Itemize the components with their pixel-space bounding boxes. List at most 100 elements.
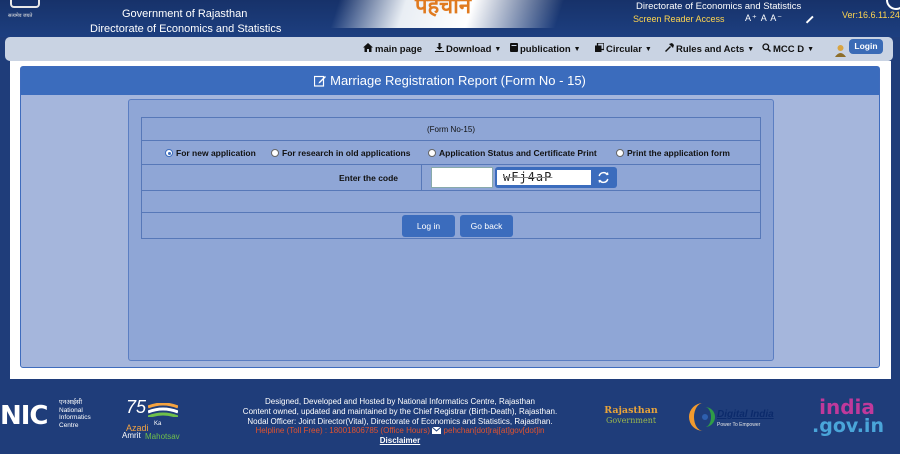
contrast-icon[interactable] (804, 13, 815, 24)
font-size-controls[interactable]: A⁺ A A⁻ (745, 13, 783, 24)
application-type-row: For new application For research in old … (141, 141, 761, 165)
panel-title-text: Marriage Registration Report (Form No - … (330, 73, 586, 88)
azadi-ka-amrit-mahotsav-logo: 75 Azadi Ka Amrit Mahotsav (120, 397, 198, 441)
radio-print-form[interactable]: Print the application form (616, 148, 730, 158)
nav-download-label: Download (446, 44, 492, 55)
flag-wave-icon (148, 403, 178, 417)
radio-icon[interactable] (271, 149, 279, 157)
nav-mcc[interactable]: MCC D ▼ (762, 43, 814, 55)
book-icon (510, 43, 518, 52)
nav-publication-label: publication (520, 44, 571, 55)
disclaimer-link[interactable]: Disclaimer (210, 436, 590, 446)
go-back-button[interactable]: Go back (460, 215, 513, 237)
nic-logo-mark: NIC (0, 401, 49, 431)
nav-circular[interactable]: Circular ▼ (595, 43, 652, 55)
helpline-text: Helpline (Toll Free) : 18001806785 (Offi… (255, 426, 431, 436)
form-table: (Form No-15) For new application For res… (141, 117, 761, 239)
nav-main-page-label: main page (375, 44, 422, 55)
government-title: Government of Rajasthan (122, 8, 248, 20)
actions-row: Log in Go back (141, 213, 761, 239)
chevron-down-icon: ▼ (747, 46, 755, 53)
log-in-button[interactable]: Log in (402, 215, 455, 237)
version-label: Ver:16.6.11.24 (842, 10, 900, 20)
email-text[interactable]: pehchan[dot]raj[at]gov[dot]in (444, 426, 545, 435)
main-content: Marriage Registration Report (Form No - … (10, 61, 891, 379)
nav-rules-acts[interactable]: Rules and Acts ▼ (665, 43, 754, 55)
radio-research-old-label: For research in old applications (282, 148, 411, 158)
emblem-caption: सत्यमेव जयते (8, 13, 33, 19)
nic-hindi: एनआईसी (59, 399, 83, 406)
rajasthan-text: Rajasthan (604, 405, 658, 416)
code-label: Enter the code (339, 173, 399, 183)
main-navbar: main page Download ▼ publication ▼ Circula… (5, 37, 893, 61)
nav-publication[interactable]: publication ▼ (510, 43, 581, 55)
captcha-box: wFj4aP (495, 167, 617, 188)
captcha-image: wFj4aP (497, 170, 591, 185)
row-divider (421, 165, 422, 190)
chevron-down-icon: ▼ (494, 46, 502, 53)
state-emblem: सत्यमेव जयते (4, 0, 48, 22)
nic-logo[interactable]: NIC एनआईसी National Informatics Centre (0, 399, 100, 431)
nic-logo-text: एनआईसी National Informatics Centre (59, 399, 109, 429)
azadi-mahotsav: Mahotsav (145, 432, 180, 441)
chevron-down-icon: ▼ (807, 46, 815, 53)
edit-icon (314, 75, 327, 87)
radio-icon[interactable] (616, 149, 624, 157)
department-title: Directorate of Economics and Statistics (90, 23, 282, 35)
captcha-row: Enter the code wFj4aP (141, 165, 761, 191)
banner-logo-text: पहचान (415, 0, 472, 19)
nav-mcc-label: MCC D (773, 44, 805, 55)
radio-print-form-label: Print the application form (627, 148, 730, 158)
chevron-down-icon: ▼ (573, 46, 581, 53)
nav-download[interactable]: Download ▼ (435, 43, 501, 55)
nic-name-2: Informatics (59, 414, 91, 421)
footer-line-3: Nodal Officer: Joint Director(Vital), Di… (247, 416, 553, 426)
helpline-line: Helpline (Toll Free) : 18001806785 (Offi… (210, 426, 590, 436)
azadi-amrit: Amrit (122, 431, 141, 440)
gavel-icon (665, 43, 674, 52)
digital-india-text: Digital India (717, 409, 774, 420)
footer-credits: Designed, Developed and Hosted by Nation… (210, 397, 590, 446)
search-icon (762, 43, 771, 52)
radio-status-certificate-label: Application Status and Certificate Print (439, 148, 597, 158)
nic-name-3: Centre (59, 421, 79, 429)
government-text: Government (605, 416, 657, 425)
copy-icon (595, 43, 604, 52)
azadi-ka: Ka (154, 421, 162, 427)
radio-new-application-label: For new application (176, 148, 256, 158)
footer-line-1: Designed, Developed and Hosted by Nation… (265, 397, 535, 406)
user-avatar-icon (835, 45, 846, 57)
corner-logo-icon (886, 0, 900, 10)
home-icon (363, 43, 373, 52)
spacer-row (141, 191, 761, 213)
nav-rules-acts-label: Rules and Acts (676, 44, 745, 55)
login-button[interactable]: Login (849, 39, 883, 54)
radio-selected-icon[interactable] (165, 149, 173, 157)
india-gov-logo[interactable]: india .gov.in (812, 395, 884, 437)
captcha-code-input[interactable] (431, 167, 493, 188)
digital-india-logo[interactable]: Digital India Power To Empower (688, 399, 788, 435)
site-header: सत्यमेव जयते Government of Rajasthan Dir… (0, 0, 900, 37)
chevron-down-icon: ▼ (644, 46, 652, 53)
india-gov-text-2: .gov.in (812, 415, 884, 437)
nav-circular-label: Circular (606, 44, 642, 55)
digital-india-mark-icon (689, 403, 715, 431)
panel-title: Marriage Registration Report (Form No - … (21, 67, 879, 95)
emblem-icon (10, 0, 40, 8)
nic-name-1: National (59, 406, 83, 414)
form-number-row: (Form No-15) (141, 117, 761, 141)
india-gov-text-1: india (819, 395, 875, 419)
refresh-icon[interactable] (596, 170, 611, 185)
digital-india-tagline: Power To Empower (717, 422, 761, 428)
report-panel: Marriage Registration Report (Form No - … (20, 66, 880, 368)
nav-main-page[interactable]: main page (363, 43, 422, 55)
site-footer: NIC एनआईसी National Informatics Centre 7… (0, 379, 900, 454)
radio-icon[interactable] (428, 149, 436, 157)
footer-line-2: Content owned, updated and maintained by… (242, 406, 558, 416)
rajasthan-government-logo[interactable]: Rajasthan Government (598, 405, 664, 425)
screen-reader-link[interactable]: Screen Reader Access (633, 14, 725, 24)
radio-status-certificate[interactable]: Application Status and Certificate Print (428, 148, 597, 158)
radio-research-old[interactable]: For research in old applications (271, 148, 410, 158)
radio-new-application[interactable]: For new application (165, 148, 256, 158)
download-icon (435, 43, 444, 52)
